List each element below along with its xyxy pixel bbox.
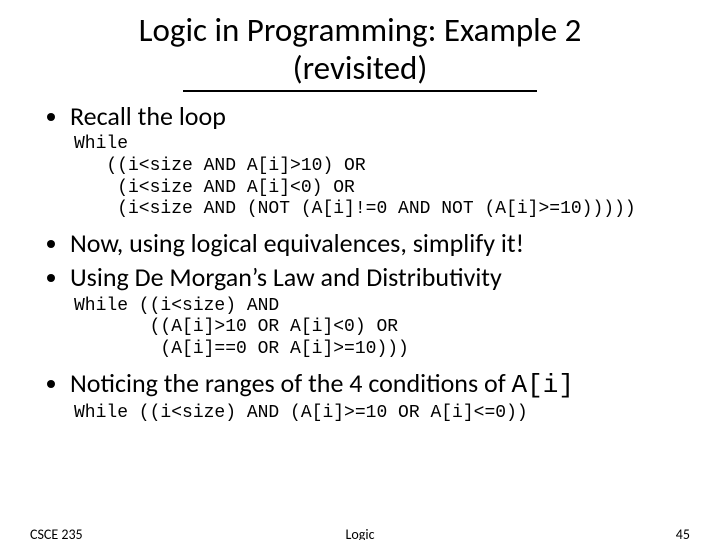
code-block-2: While ((i<size) AND ((A[i]>10 OR A[i]<0)… (74, 296, 690, 361)
footer-right: 45 (676, 526, 690, 540)
bullet-ranges-text: Noticing the ranges of the 4 conditions … (70, 367, 512, 399)
slide-body: Recall the loop While ((i<size AND A[i]>… (0, 92, 720, 425)
title-line-1: Logic in Programming: Example 2 (0, 12, 720, 50)
bullet-ranges: Noticing the ranges of the 4 conditions … (70, 367, 690, 402)
bullet-list-3: Noticing the ranges of the 4 conditions … (30, 367, 690, 402)
code-block-1: While ((i<size AND A[i]>10) OR (i<size A… (74, 134, 690, 220)
code-block-3: While ((i<size) AND (A[i]>=10 OR A[i]<=0… (74, 403, 690, 425)
footer-center: Logic (0, 526, 720, 540)
bullet-list: Recall the loop (30, 100, 690, 133)
bullet-simplify: Now, using logical equivalences, simplif… (70, 227, 690, 260)
bullet-ranges-code: A[i] (512, 370, 574, 400)
slide-title: Logic in Programming: Example 2 (revisit… (0, 0, 720, 92)
title-line-2: (revisited) (183, 50, 538, 92)
bullet-demorgan: Using De Morgan’s Law and Distributivity (70, 261, 690, 294)
slide: Logic in Programming: Example 2 (revisit… (0, 0, 720, 540)
bullet-list-2: Now, using logical equivalences, simplif… (30, 227, 690, 294)
bullet-recall: Recall the loop (70, 100, 690, 133)
